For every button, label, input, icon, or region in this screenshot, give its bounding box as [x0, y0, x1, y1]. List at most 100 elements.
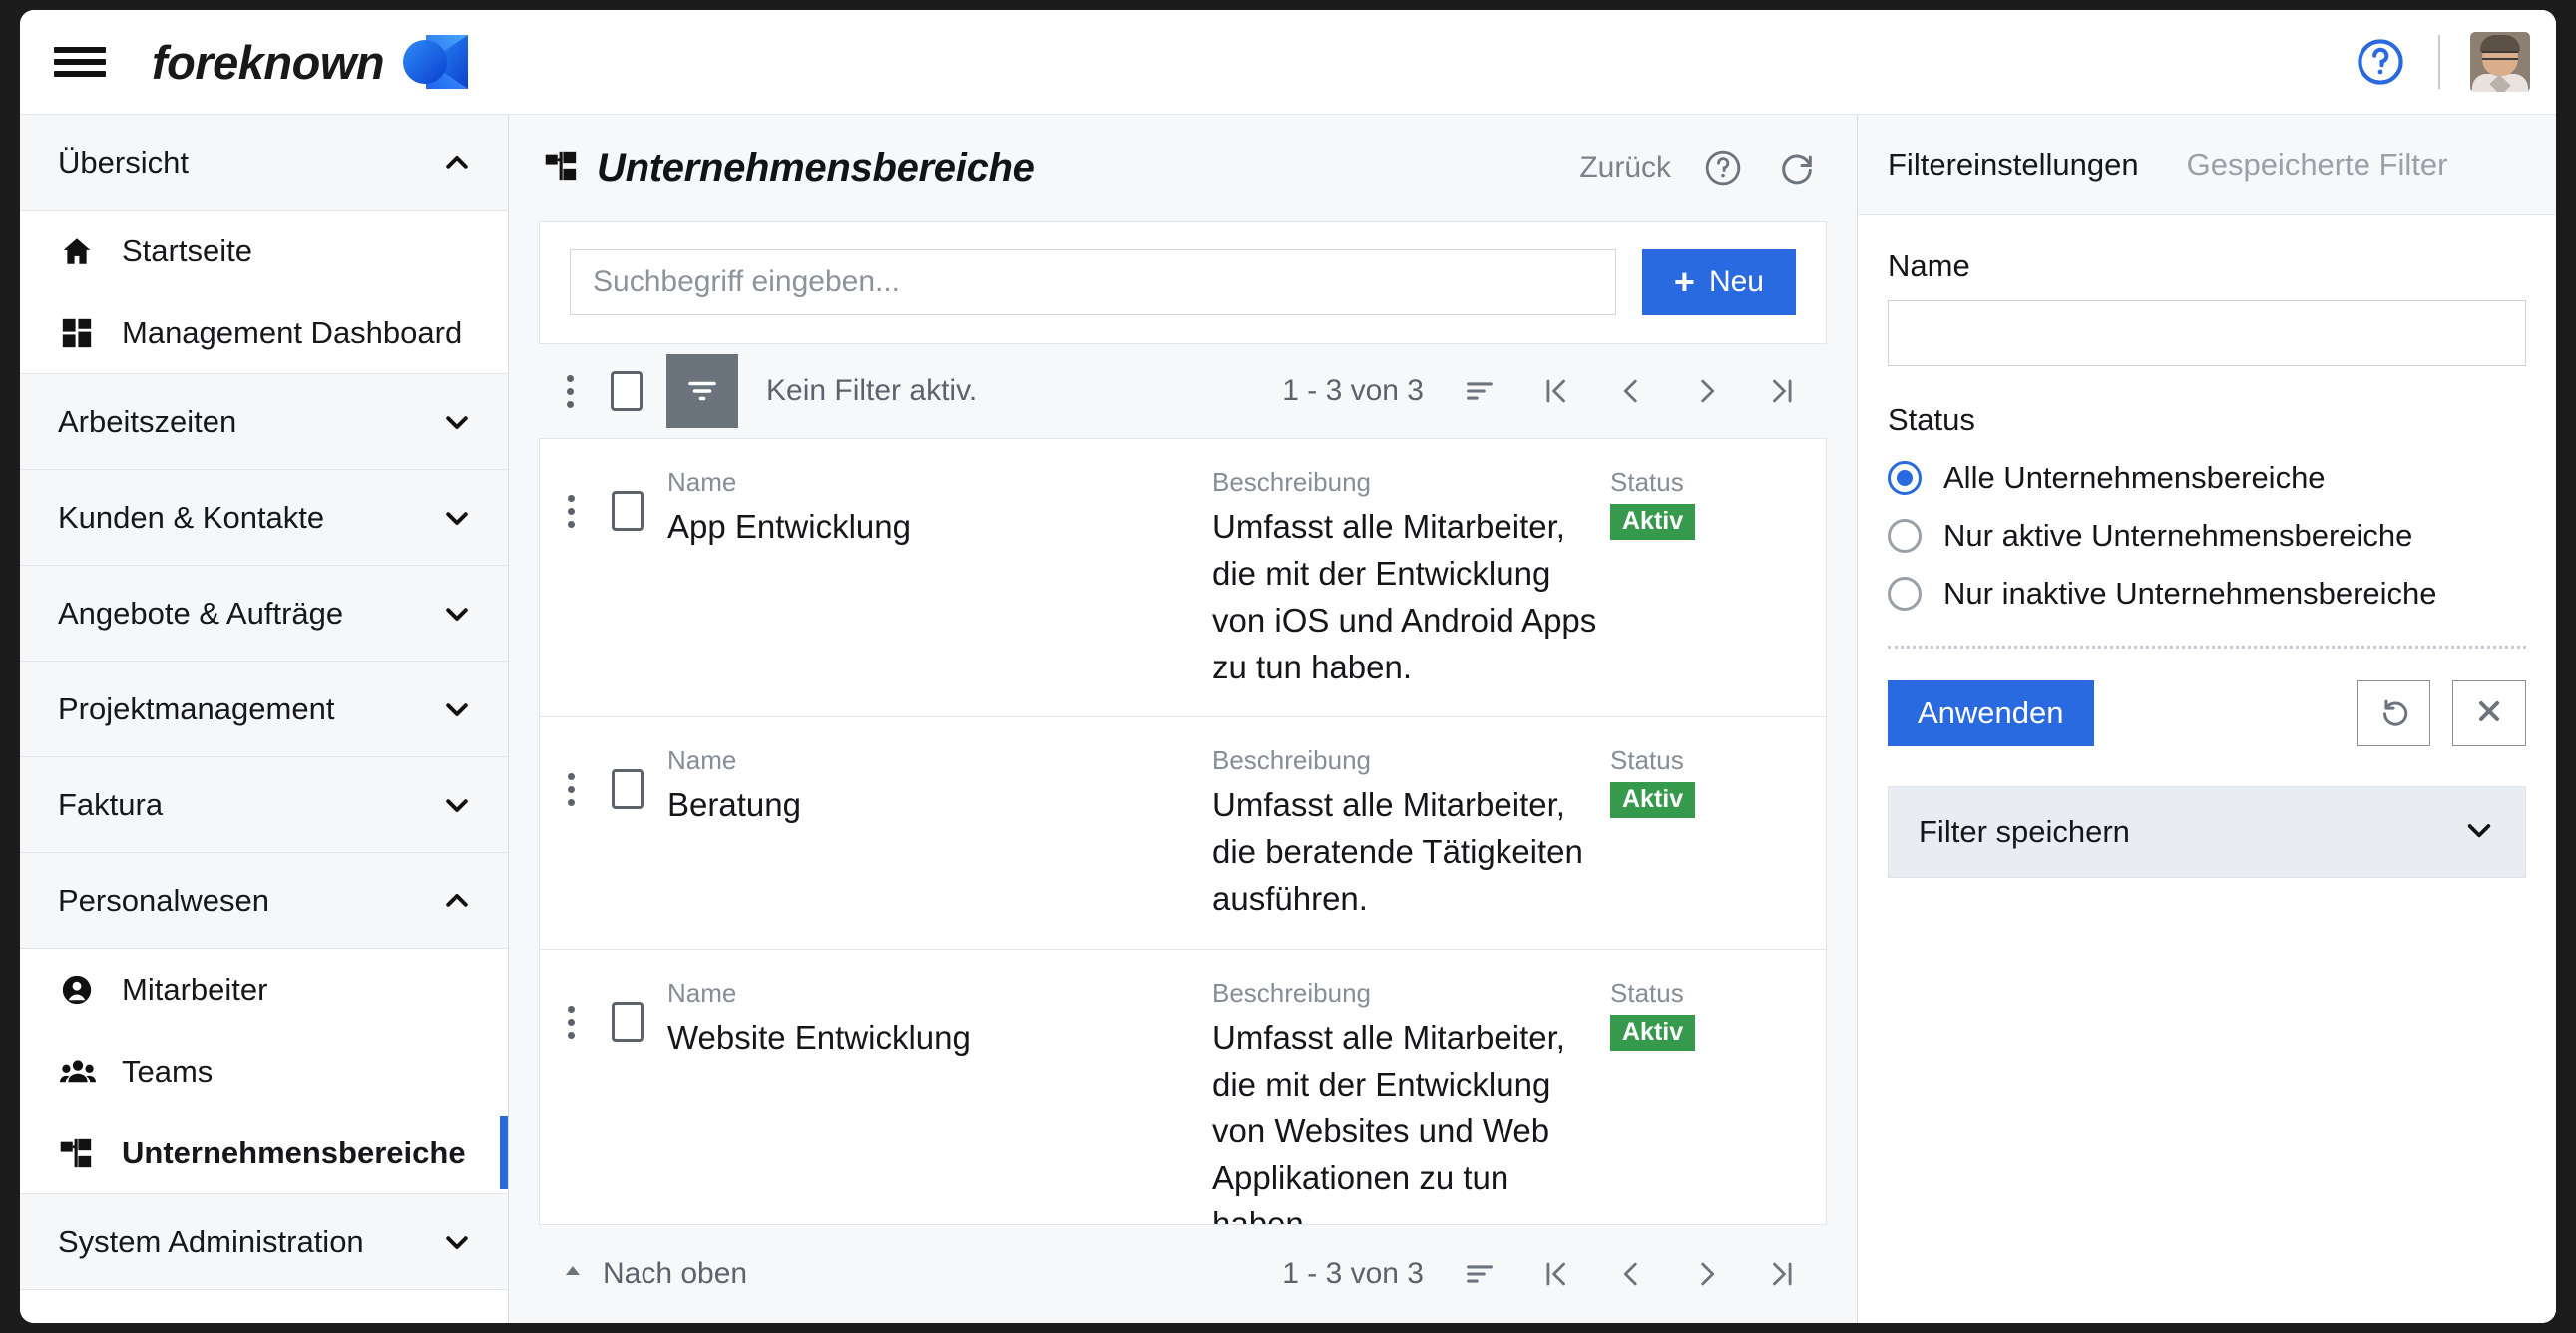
- sidebar-item-label: Management Dashboard: [122, 314, 463, 350]
- sidebar-item-label: Unternehmensbereiche: [122, 1134, 466, 1170]
- user-avatar[interactable]: [2470, 32, 2530, 92]
- cell-description: Beschreibung Umfasst alle Mitarbeiter, d…: [1202, 743, 1610, 923]
- last-page-icon[interactable]: [1763, 1254, 1803, 1294]
- page-count: 1 - 3 von 3: [1282, 1257, 1424, 1290]
- sidebar-item-label: Startseite: [122, 233, 252, 268]
- row-checkbox[interactable]: [612, 769, 644, 810]
- radio-option-nur-inaktive[interactable]: Nur inaktive Unternehmensbereiche: [1888, 576, 2526, 612]
- save-filter-panel[interactable]: Filter speichern: [1888, 786, 2526, 878]
- row-checkbox[interactable]: [612, 1002, 644, 1043]
- org-chart-icon: [60, 1137, 106, 1169]
- row-checkbox[interactable]: [612, 491, 644, 531]
- apply-button[interactable]: Anwenden: [1888, 680, 2094, 746]
- sidebar-group-label: Übersicht: [58, 144, 189, 180]
- filter-name-label: Name: [1888, 248, 1970, 283]
- sort-icon[interactable]: [1460, 371, 1500, 411]
- status-badge: Aktiv: [1610, 504, 1696, 540]
- reset-button[interactable]: [2357, 680, 2430, 746]
- sidebar-group-personalwesen[interactable]: Personalwesen: [20, 853, 508, 949]
- scroll-to-top-button[interactable]: Nach oben: [561, 1257, 747, 1291]
- cell-description-value: Umfasst alle Mitarbeiter, die mit der En…: [1212, 1019, 1565, 1225]
- status-badge: Aktiv: [1610, 782, 1696, 819]
- prev-page-icon[interactable]: [1611, 1254, 1651, 1294]
- cell-name-value: Beratung: [667, 786, 801, 824]
- search-card: + Neu: [539, 221, 1827, 344]
- top-bar: foreknown: [20, 10, 2556, 115]
- sidebar-group-uebersicht[interactable]: Übersicht: [20, 115, 508, 211]
- sidebar-group-projektmanagement[interactable]: Projektmanagement: [20, 662, 508, 757]
- filter-name-input[interactable]: [1888, 300, 2526, 366]
- prev-page-icon[interactable]: [1611, 371, 1651, 411]
- clear-button[interactable]: [2452, 680, 2526, 746]
- sidebar-item-startseite[interactable]: Startseite: [20, 211, 508, 292]
- chevron-down-icon: [442, 503, 472, 533]
- next-page-icon[interactable]: [1687, 371, 1727, 411]
- page-header: Unternehmensbereiche Zurück: [539, 115, 1827, 221]
- new-button[interactable]: + Neu: [1641, 249, 1796, 315]
- filter-actions: Anwenden: [1888, 680, 2526, 746]
- select-all-checkbox[interactable]: [611, 371, 643, 411]
- status-badge: Aktiv: [1610, 1015, 1696, 1052]
- dashboard-icon: [60, 316, 106, 350]
- hamburger-icon[interactable]: [54, 42, 106, 82]
- chevron-down-icon: [442, 790, 472, 820]
- sidebar-group-faktura[interactable]: Faktura: [20, 757, 508, 853]
- app-window: foreknown Übersicht Startseite Managemen…: [20, 10, 2556, 1323]
- row-kebab-menu-icon[interactable]: [554, 495, 588, 528]
- sidebar-item-teams[interactable]: Teams: [20, 1031, 508, 1112]
- scroll-to-top-label: Nach oben: [603, 1257, 748, 1290]
- first-page-icon[interactable]: [1535, 371, 1575, 411]
- kebab-menu-icon[interactable]: [553, 374, 587, 408]
- table-row[interactable]: Name Website Entwicklung Beschreibung Um…: [540, 949, 1826, 1225]
- help-circle-icon[interactable]: [2353, 34, 2408, 90]
- filter-toggle-button[interactable]: [666, 354, 738, 428]
- sidebar-group-kunden-kontakte[interactable]: Kunden & Kontakte: [20, 470, 508, 566]
- sidebar-group-label: Angebote & Aufträge: [58, 595, 344, 631]
- page-count: 1 - 3 von 3: [1282, 374, 1424, 407]
- sidebar-group-arbeitszeiten[interactable]: Arbeitszeiten: [20, 374, 508, 470]
- sidebar-group-label: Personalwesen: [58, 882, 269, 918]
- last-page-icon[interactable]: [1763, 371, 1803, 411]
- sort-icon[interactable]: [1460, 1254, 1500, 1294]
- row-kebab-menu-icon[interactable]: [554, 1006, 588, 1040]
- row-kebab-menu-icon[interactable]: [554, 773, 588, 807]
- undo-icon: [2376, 694, 2410, 733]
- chevron-up-icon: [442, 886, 472, 916]
- cell-name: Name Website Entwicklung: [644, 976, 1202, 1062]
- radio-label: Alle Unternehmensbereiche: [1943, 460, 2326, 495]
- cell-name-value: App Entwicklung: [667, 508, 911, 545]
- sidebar-item-management-dashboard[interactable]: Management Dashboard: [20, 292, 508, 374]
- chevron-down-icon: [442, 407, 472, 437]
- org-chart-icon: [545, 150, 579, 187]
- column-header-status: Status: [1610, 467, 1684, 497]
- close-x-icon: [2473, 695, 2505, 732]
- cell-status: Status Aktiv: [1610, 976, 1810, 1052]
- refresh-icon[interactable]: [1775, 146, 1819, 190]
- sidebar-item-mitarbeiter[interactable]: Mitarbeiter: [20, 949, 508, 1031]
- filter-status-label: Kein Filter aktiv.: [766, 374, 978, 407]
- chevron-up-icon: [442, 148, 472, 178]
- table-row[interactable]: Name Beratung Beschreibung Umfasst alle …: [540, 716, 1826, 949]
- sidebar-group-angebote-auftraege[interactable]: Angebote & Aufträge: [20, 566, 508, 662]
- tab-saved-filters[interactable]: Gespeicherte Filter: [2187, 147, 2448, 183]
- table-row[interactable]: Name App Entwicklung Beschreibung Umfass…: [540, 439, 1826, 716]
- sidebar-group-label: Faktura: [58, 786, 164, 822]
- back-link[interactable]: Zurück: [1579, 151, 1671, 185]
- sidebar-item-unternehmensbereiche[interactable]: Unternehmensbereiche: [20, 1112, 508, 1194]
- tab-filter-settings[interactable]: Filtereinstellungen: [1888, 147, 2139, 183]
- next-page-icon[interactable]: [1687, 1254, 1727, 1294]
- radio-option-nur-aktive[interactable]: Nur aktive Unternehmensbereiche: [1888, 518, 2526, 554]
- new-button-label: Neu: [1708, 265, 1764, 298]
- first-page-icon[interactable]: [1535, 1254, 1575, 1294]
- cell-description: Beschreibung Umfasst alle Mitarbeiter, d…: [1202, 465, 1610, 690]
- sidebar-group-label: Arbeitszeiten: [58, 403, 237, 439]
- person-icon: [60, 973, 106, 1007]
- brand[interactable]: foreknown: [152, 31, 472, 93]
- column-header-name: Name: [667, 978, 737, 1009]
- sidebar-group-system-administration[interactable]: System Administration: [20, 1194, 508, 1290]
- help-circle-icon[interactable]: [1701, 146, 1745, 190]
- radio-option-alle[interactable]: Alle Unternehmensbereiche: [1888, 460, 2526, 496]
- cell-name-value: Website Entwicklung: [667, 1019, 971, 1057]
- search-input[interactable]: [570, 249, 1616, 315]
- sidebar-group-label: Projektmanagement: [58, 690, 335, 726]
